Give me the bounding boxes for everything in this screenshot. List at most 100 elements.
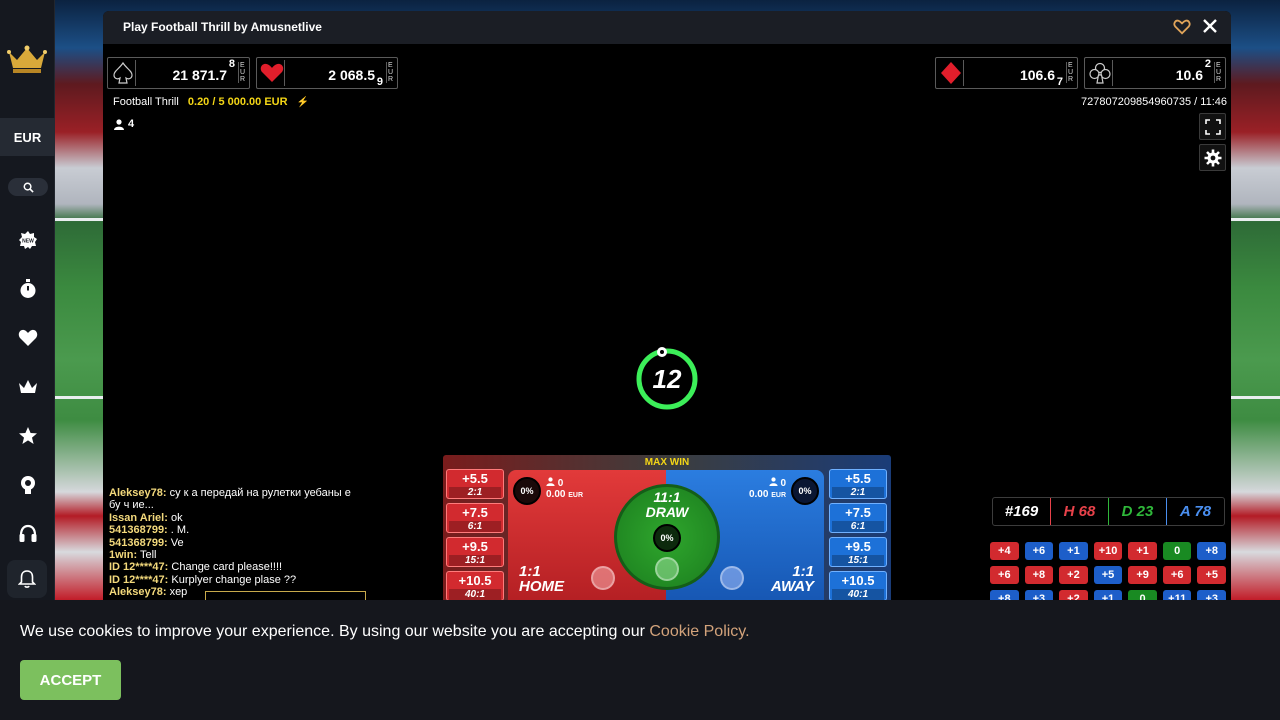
- home-currency: EUR: [568, 492, 584, 499]
- chat-user: 541368799:: [109, 524, 168, 537]
- round-stats: #169 H 68 D 23 A 78: [992, 497, 1225, 526]
- chat-text: Ve: [170, 536, 184, 549]
- home-count: H 68: [1051, 498, 1109, 525]
- history-row: +8 +3 +2 +1 0 +11 +3: [990, 590, 1227, 600]
- chat-message: 541368799: Ve: [109, 537, 359, 549]
- history-result: 0: [1128, 590, 1157, 600]
- betting-table: MAX WIN +5.5 2:1 +7.5 6:1 +9.5 15:1 +10.5 40:1 …: [443, 455, 891, 600]
- window-titlebar: Play Football Thrill by Amusnetlive: [103, 11, 1231, 44]
- jackpot-value: 2 068.5: [328, 67, 375, 83]
- away-pct: 0%: [791, 477, 819, 505]
- game-info: Football Thrill 0.20 / 5 000.00 EUR ⚡: [113, 96, 309, 108]
- total-odds: 6:1: [832, 521, 884, 532]
- away-odds: 1:1: [792, 563, 814, 580]
- away-bet-info: 0 0.00 EUR: [749, 477, 786, 500]
- crown-logo-icon[interactable]: [7, 44, 47, 74]
- settings-button[interactable]: [1199, 144, 1226, 171]
- history-result: +8: [990, 590, 1019, 600]
- currency-label: EUR: [386, 62, 394, 83]
- crown-icon[interactable]: [15, 374, 41, 400]
- fullscreen-button[interactable]: [1199, 113, 1226, 140]
- cookie-policy-link[interactable]: Cookie Policy.: [649, 623, 749, 640]
- jackpot-digit: 7: [1056, 76, 1063, 88]
- total-label: +5.5: [845, 471, 871, 486]
- history-result: +3: [1197, 590, 1227, 600]
- game-window: Play Football Thrill by Amusnetlive 21 8…: [103, 11, 1231, 600]
- chat-input[interactable]: [205, 591, 366, 600]
- jackpot-digit: 8: [228, 58, 235, 70]
- history-result: +8: [1197, 542, 1227, 560]
- favorite-heart-icon[interactable]: [1173, 18, 1191, 36]
- chat-text: Kurplyer change plase ??: [171, 573, 297, 586]
- chat-user: Issan Ariel:: [109, 511, 168, 524]
- away-total-bet[interactable]: +9.5 15:1: [829, 537, 887, 567]
- history-result: +6: [1024, 542, 1054, 560]
- window-title: Play Football Thrill by Amusnetlive: [123, 20, 322, 34]
- gear-icon: [1204, 149, 1221, 166]
- away-label: AWAY: [770, 578, 814, 595]
- heart-icon[interactable]: [15, 325, 41, 351]
- home-total-bet[interactable]: +10.5 40:1: [446, 571, 504, 600]
- draw-label: DRAW: [645, 504, 689, 520]
- cookie-text: We use cookies to improve your experienc…: [20, 623, 750, 641]
- history-result: +1: [1093, 590, 1123, 600]
- home-total-bet[interactable]: +5.5 2:1: [446, 469, 504, 499]
- star-icon[interactable]: [15, 423, 41, 449]
- total-label: +9.5: [462, 539, 488, 554]
- history-result: +6: [990, 566, 1019, 584]
- home-total-bet[interactable]: +7.5 6:1: [446, 503, 504, 533]
- chat-user: Aleksey78:: [109, 586, 167, 599]
- draw-bet-spot[interactable]: 11:1 DRAW 0%: [614, 484, 720, 590]
- close-icon[interactable]: [1201, 17, 1219, 35]
- away-total-bet[interactable]: +10.5 40:1: [829, 571, 887, 600]
- currency-label: EUR: [1066, 62, 1074, 83]
- draw-chip-slot: [655, 557, 679, 581]
- home-odds: 1:1: [519, 563, 541, 580]
- chat-text: ok: [170, 511, 183, 524]
- diamond-jackpot: 106.6 7 EUR: [935, 57, 1078, 89]
- notifications-button[interactable]: [7, 560, 47, 598]
- jackpot-value: 106.6: [1019, 67, 1055, 83]
- game-name: Football Thrill: [113, 96, 179, 108]
- history-result: 0: [1162, 542, 1192, 560]
- total-label: +10.5: [841, 573, 875, 588]
- new-games-icon[interactable]: NEW: [15, 227, 41, 253]
- players-value: 4: [128, 118, 135, 130]
- chat-user: Aleksey78:: [109, 487, 167, 499]
- history-result: +1: [1128, 542, 1157, 560]
- home-chip-slot: [591, 566, 615, 590]
- total-odds: 15:1: [832, 555, 884, 566]
- search-button[interactable]: [8, 178, 48, 196]
- jackpot-digit: 9: [376, 76, 383, 88]
- accept-cookies-button[interactable]: ACCEPT: [20, 660, 121, 700]
- home-bet-info: 0 0.00 EUR: [546, 477, 583, 500]
- draw-pct: 0%: [653, 524, 681, 552]
- heart-jackpot: 2 068.5 9 EUR: [256, 57, 398, 89]
- total-label: +5.5: [462, 471, 488, 486]
- home-total-bet[interactable]: +9.5 15:1: [446, 537, 504, 567]
- timer-icon[interactable]: [15, 276, 41, 302]
- user-icon: [114, 118, 124, 130]
- away-currency: EUR: [771, 492, 786, 499]
- away-count: A 78: [1179, 503, 1212, 520]
- user-icon: [546, 477, 555, 486]
- chat-user: 1win:: [109, 549, 138, 562]
- max-win-label: MAX WIN: [644, 457, 690, 468]
- draw-count: D 23: [1109, 498, 1167, 525]
- currency-selector[interactable]: EUR: [0, 118, 55, 156]
- history-result: +5: [1197, 566, 1227, 584]
- user-icon: [769, 477, 778, 486]
- history-result: +5: [1093, 566, 1123, 584]
- headset-icon[interactable]: [15, 521, 41, 547]
- trophy-icon[interactable]: [15, 472, 41, 498]
- chat-user: ID 12****47:: [109, 561, 169, 574]
- history-result: +4: [990, 542, 1019, 560]
- away-total-bet[interactable]: +5.5 2:1: [829, 469, 887, 499]
- total-odds: 6:1: [449, 521, 501, 532]
- jackpot-value: 10.6: [1175, 67, 1203, 83]
- cookie-banner: We use cookies to improve your experienc…: [0, 600, 1280, 720]
- away-total-bet[interactable]: +7.5 6:1: [829, 503, 887, 533]
- bell-icon: [18, 570, 36, 588]
- jackpot-value: 21 871.7: [172, 67, 228, 83]
- away-amount: 0.00: [748, 489, 769, 500]
